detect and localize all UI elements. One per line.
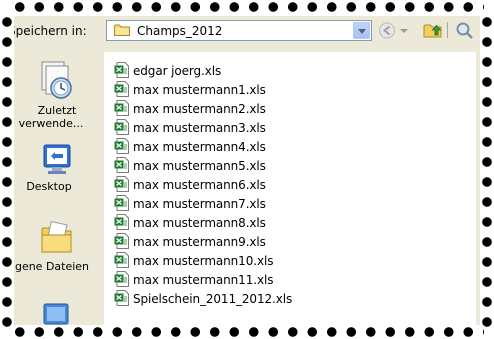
file-row[interactable]: max mustermann10.xls: [114, 252, 414, 270]
excel-file-icon: [114, 214, 129, 230]
desktop-icon: [43, 144, 71, 174]
file-row[interactable]: Spielschein_2011_2012.xls: [114, 290, 414, 308]
file-row[interactable]: edgar joerg.xls: [114, 62, 414, 80]
excel-file-icon: [114, 271, 129, 287]
file-name: max mustermann8.xls: [133, 216, 266, 230]
file-list[interactable]: edgar joerg.xls max mustermann1.xls max …: [104, 52, 476, 325]
place-my-documents-label: Eigene Dateien: [14, 260, 90, 273]
excel-file-icon: [114, 62, 129, 78]
place-recent-label-2: verwende...: [18, 117, 84, 130]
excel-file-icon: [114, 81, 129, 97]
excel-file-icon: [114, 157, 129, 173]
excel-file-icon: [114, 138, 129, 154]
file-name: max mustermann1.xls: [133, 83, 266, 97]
file-name: max mustermann4.xls: [133, 140, 266, 154]
file-row[interactable]: max mustermann9.xls: [114, 233, 414, 251]
save-in-bar: Speichern in: Champs_2012: [14, 16, 480, 46]
excel-file-icon: [114, 290, 129, 306]
my-computer-icon: [43, 303, 69, 325]
excel-file-icon: [114, 100, 129, 116]
file-name: Spielschein_2011_2012.xls: [133, 292, 293, 306]
file-row[interactable]: max mustermann6.xls: [114, 176, 414, 194]
file-row[interactable]: max mustermann5.xls: [114, 157, 414, 175]
file-name: max mustermann5.xls: [133, 159, 266, 173]
file-row[interactable]: max mustermann11.xls: [114, 271, 414, 289]
save-dialog: Speichern in: Champs_2012 Zuletzt verwen…: [14, 16, 480, 325]
file-row[interactable]: max mustermann3.xls: [114, 119, 414, 137]
file-name: max mustermann7.xls: [133, 197, 266, 211]
file-name: max mustermann3.xls: [133, 121, 266, 135]
file-name: max mustermann6.xls: [133, 178, 266, 192]
stamp-perforation-left: [0, 12, 14, 327]
toolbar-separator: [447, 22, 448, 38]
recent-documents-icon: [41, 61, 72, 99]
file-name: max mustermann10.xls: [133, 254, 274, 268]
stamp-perforation-right: [480, 12, 494, 327]
excel-file-icon: [114, 195, 129, 211]
file-row[interactable]: max mustermann2.xls: [114, 100, 414, 118]
back-button[interactable]: [378, 21, 412, 40]
file-row[interactable]: max mustermann4.xls: [114, 138, 414, 156]
stamp-perforation-bottom: [10, 325, 484, 339]
chevron-down-icon[interactable]: [353, 22, 370, 39]
file-row[interactable]: max mustermann8.xls: [114, 214, 414, 232]
my-documents-icon: [41, 220, 72, 253]
file-name: max mustermann2.xls: [133, 102, 266, 116]
stamp-perforation-top: [10, 0, 484, 14]
folder-icon: [114, 24, 130, 36]
place-desktop-label: Desktop: [26, 180, 72, 193]
place-my-documents[interactable]: Eigene Dateien: [14, 220, 100, 273]
save-in-label: Speichern in:: [14, 24, 87, 38]
excel-file-icon: [114, 119, 129, 135]
file-row[interactable]: max mustermann1.xls: [114, 81, 414, 99]
file-row[interactable]: max mustermann7.xls: [114, 195, 414, 213]
excel-file-icon: [114, 176, 129, 192]
places-bar: Zuletzt verwende... Desktop Eigene Datei…: [14, 50, 100, 325]
file-name: edgar joerg.xls: [133, 64, 222, 78]
place-desktop[interactable]: Desktop: [14, 142, 100, 193]
file-name: max mustermann11.xls: [133, 273, 274, 287]
excel-file-icon: [114, 252, 129, 268]
file-name: max mustermann9.xls: [133, 235, 266, 249]
folder-select[interactable]: Champs_2012: [106, 20, 372, 41]
search-icon[interactable]: [454, 21, 476, 40]
up-folder-button[interactable]: [422, 21, 444, 40]
folder-name: Champs_2012: [137, 24, 223, 38]
place-recent[interactable]: Zuletzt verwende...: [14, 60, 100, 130]
place-recent-label-1: Zuletzt: [37, 104, 77, 117]
place-my-computer[interactable]: [14, 302, 100, 325]
excel-file-icon: [114, 233, 129, 249]
